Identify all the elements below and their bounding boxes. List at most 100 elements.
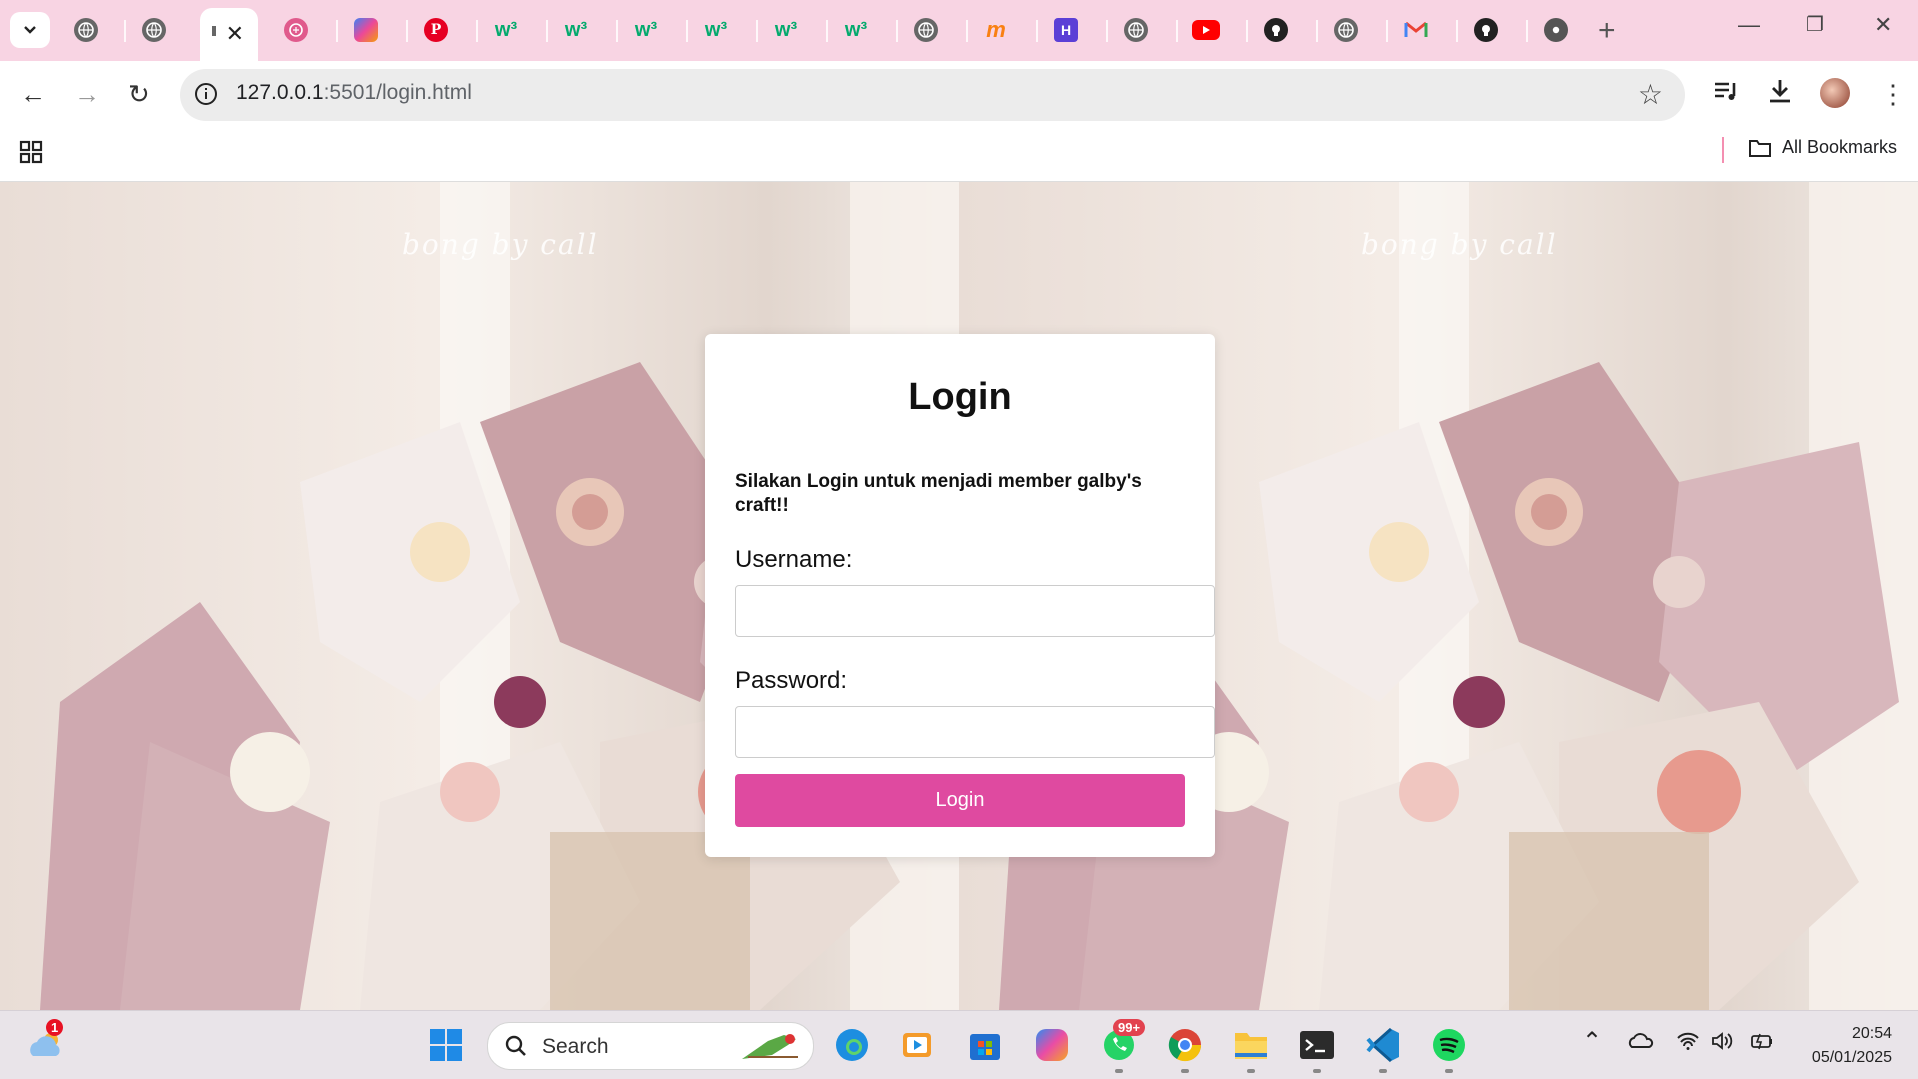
tab-globe[interactable] (1116, 10, 1156, 50)
close-tab-icon[interactable]: ✕ (226, 21, 244, 47)
tab-active-login[interactable]: ✕ (200, 8, 258, 61)
chevron-down-icon (24, 26, 36, 34)
profile-avatar[interactable] (1820, 78, 1850, 108)
tab-globe[interactable] (66, 10, 106, 50)
close-window-icon[interactable]: ✕ (1874, 12, 1892, 38)
onedrive-icon[interactable] (1628, 1031, 1654, 1049)
taskbar-terminal[interactable] (1297, 1025, 1337, 1065)
minimize-icon[interactable]: — (1738, 12, 1760, 38)
volume-icon[interactable] (1710, 1031, 1734, 1051)
globe-icon (74, 18, 98, 42)
tab-separator (1526, 20, 1528, 42)
chrome-icon (1168, 1029, 1202, 1062)
forward-icon[interactable]: → (74, 79, 100, 110)
taskbar-whatsapp[interactable]: 99+ (1099, 1019, 1146, 1065)
taskbar-spotify[interactable] (1429, 1025, 1469, 1065)
w3schools-icon: w³ (774, 18, 798, 41)
username-input[interactable] (735, 585, 1215, 637)
media-playlist-icon[interactable] (1712, 77, 1740, 105)
reload-icon[interactable]: ↻ (128, 79, 150, 110)
battery-icon[interactable] (1748, 1031, 1774, 1051)
tab-separator (476, 20, 478, 42)
bookmarks-separator (1722, 137, 1724, 163)
taskbar-media-player[interactable] (897, 1025, 937, 1065)
tab-w3schools[interactable]: w³ (556, 10, 596, 50)
tab-globe[interactable] (134, 10, 174, 50)
tab-h[interactable]: H (1046, 10, 1086, 50)
weather-widget[interactable]: 1 (26, 1019, 66, 1065)
taskbar-search[interactable]: Search (487, 1022, 814, 1070)
taskbar-store[interactable] (965, 1025, 1005, 1065)
gmail-icon (1404, 18, 1428, 42)
taskbar-vscode[interactable] (1363, 1025, 1403, 1065)
tab-pinterest[interactable]: P (416, 10, 456, 50)
back-icon[interactable]: ← (20, 79, 46, 110)
taskbar-file-explorer[interactable] (1231, 1025, 1271, 1065)
login-button[interactable]: Login (735, 774, 1185, 827)
login-card: Login Silakan Login untuk menjadi member… (705, 334, 1215, 857)
tab-brain[interactable] (276, 10, 316, 50)
tab-chrome[interactable] (1536, 10, 1576, 50)
tab-separator (1246, 20, 1248, 42)
more-menu-icon[interactable]: ⋮ (1880, 79, 1906, 110)
tab-w3schools[interactable]: w³ (836, 10, 876, 50)
taskbar-edge[interactable] (832, 1025, 872, 1065)
tab-search-button[interactable] (10, 12, 50, 48)
taskbar-chrome[interactable] (1165, 1025, 1205, 1065)
w3schools-icon: w³ (844, 18, 868, 41)
folder-icon (1235, 1033, 1267, 1059)
username-label: Username: (735, 546, 853, 573)
pinterest-icon: P (424, 18, 448, 42)
tab-globe[interactable] (906, 10, 946, 50)
password-label: Password: (735, 667, 848, 694)
tab-copilot[interactable] (346, 10, 386, 50)
tab-github[interactable] (1256, 10, 1296, 50)
copilot-icon (1036, 1029, 1068, 1061)
tab-youtube[interactable] (1186, 10, 1226, 50)
clock[interactable]: 20:54 05/01/2025 (1790, 1022, 1892, 1070)
all-bookmarks-button[interactable]: All Bookmarks (1748, 137, 1897, 158)
tab-separator (1036, 20, 1038, 42)
url-host: 127.0.0.1 (236, 81, 324, 104)
address-bar[interactable]: 127.0.0.1:5501/login.html ☆ (180, 69, 1685, 121)
tab-separator (1456, 20, 1458, 42)
edge-icon (836, 1029, 868, 1061)
new-tab-icon[interactable]: + (1598, 14, 1616, 48)
start-button[interactable] (426, 1025, 466, 1065)
browser-toolbar: ← → ↻ 127.0.0.1:5501/login.html ☆ ⋮ (0, 61, 1918, 129)
tab-separator (896, 20, 898, 42)
windows-start-icon (430, 1029, 462, 1061)
globe-icon (1334, 18, 1358, 42)
taskbar-copilot[interactable] (1032, 1025, 1072, 1065)
site-info-icon[interactable] (194, 82, 218, 106)
bookmark-star-icon[interactable]: ☆ (1638, 78, 1663, 111)
password-input[interactable] (735, 706, 1215, 758)
tab-separator (616, 20, 618, 42)
media-player-icon (903, 1033, 931, 1057)
search-highlight-bird-icon (742, 1034, 798, 1059)
tab-separator (1106, 20, 1108, 42)
tab-w3schools[interactable]: w³ (626, 10, 666, 50)
search-label: Search (542, 1035, 609, 1058)
chrome-icon (1544, 18, 1568, 42)
clock-time: 20:54 (1851, 1025, 1892, 1042)
moodle-icon: m (986, 17, 1006, 42)
restore-icon[interactable]: ❐ (1806, 12, 1824, 37)
tab-github[interactable] (1466, 10, 1506, 50)
login-title: Login (908, 376, 1012, 418)
tab-separator (1176, 20, 1178, 42)
tab-w3schools[interactable]: w³ (766, 10, 806, 50)
tab-moodle[interactable]: m (976, 10, 1016, 50)
tab-gmail[interactable] (1396, 10, 1436, 50)
tab-w3schools[interactable]: w³ (696, 10, 736, 50)
download-icon[interactable] (1766, 77, 1794, 105)
wifi-icon[interactable] (1676, 1031, 1700, 1051)
apps-grid-icon[interactable] (18, 139, 44, 165)
show-hidden-icons-icon[interactable]: ⌃ (1582, 1027, 1602, 1056)
clock-date: 05/01/2025 (1811, 1049, 1892, 1066)
bookmarks-bar: All Bookmarks (0, 129, 1918, 182)
url-text[interactable]: 127.0.0.1:5501/login.html (236, 81, 472, 105)
page-viewport: bong by call bong by call Login Silakan … (0, 182, 1918, 1010)
tab-w3schools[interactable]: w³ (486, 10, 526, 50)
tab-globe[interactable] (1326, 10, 1366, 50)
